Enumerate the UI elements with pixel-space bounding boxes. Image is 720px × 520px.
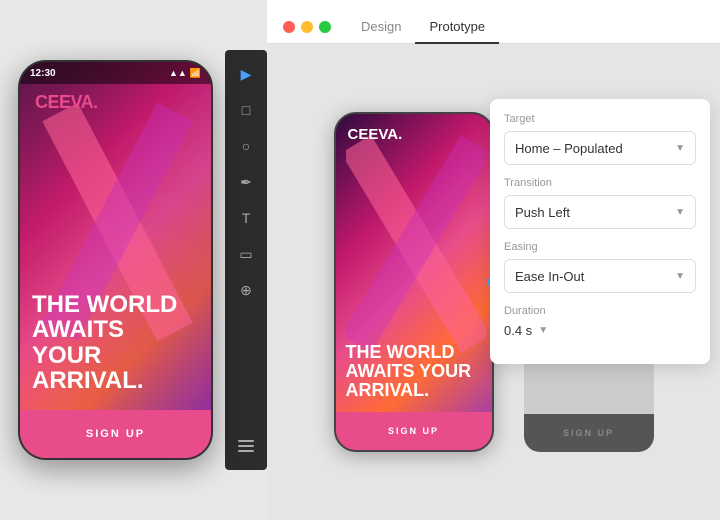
rect-tool[interactable]: ▭ (230, 238, 262, 270)
phone-time: 12:30 (30, 68, 56, 79)
toolbar: ▶ □ ○ ✒ T ▭ ⊕ (225, 50, 267, 470)
preview-screen: CEEVA. THE WORLD AWAITS YOUR ARRIVAL. SI… (336, 114, 492, 450)
easing-label: Easing (504, 241, 696, 253)
layers-icon (238, 440, 254, 452)
phone-status-bar: 12:30 ▲▲ 📶 (20, 62, 211, 84)
main-container: 12:30 ▲▲ 📶 CEEVA. THE WORLD AWAITS YOUR … (0, 0, 720, 520)
preview-phone: CEEVA. THE WORLD AWAITS YOUR ARRIVAL. SI… (334, 112, 494, 452)
phone-cta: SIGN UP (20, 410, 211, 458)
tabs-bar: Design Prototype (267, 0, 720, 44)
tab-design[interactable]: Design (347, 11, 415, 44)
signal-icon: ▲▲ (169, 68, 187, 78)
circle-tool[interactable]: ○ (230, 130, 262, 162)
easing-dropdown-arrow: ▼ (675, 271, 685, 282)
transition-dropdown[interactable]: Push Left ▼ (504, 195, 696, 229)
canvas-area: CEEVA. THE WORLD AWAITS YOUR ARRIVAL. SI… (267, 44, 720, 520)
layers-button[interactable] (230, 430, 262, 462)
zoom-tool[interactable]: ⊕ (230, 274, 262, 306)
window-controls (283, 21, 331, 43)
preview-headline: THE WORLD AWAITS YOUR ARRIVAL. (346, 343, 482, 400)
target-label: Target (504, 113, 696, 125)
easing-dropdown[interactable]: Ease In-Out ▼ (504, 259, 696, 293)
phone-status-icons: ▲▲ 📶 (169, 68, 201, 79)
tab-prototype[interactable]: Prototype (415, 11, 499, 44)
target-section: Target Home – Populated ▼ (504, 113, 696, 165)
transition-dropdown-arrow: ▼ (675, 207, 685, 218)
easing-section: Easing Ease In-Out ▼ (504, 241, 696, 293)
close-button[interactable] (283, 21, 295, 33)
easing-value: Ease In-Out (515, 269, 584, 284)
minimize-button[interactable] (301, 21, 313, 33)
cursor-tool[interactable]: ▶ (230, 58, 262, 90)
preview-x-graphic (346, 134, 486, 354)
transition-value: Push Left (515, 205, 570, 220)
phone-logo: CEEVA. (35, 92, 98, 113)
phone-device: 12:30 ▲▲ 📶 CEEVA. THE WORLD AWAITS YOUR … (18, 60, 213, 460)
phone-headline: THE WORLD AWAITS YOUR ARRIVAL. (32, 292, 199, 393)
duration-dropdown-arrow[interactable]: ▼ (538, 325, 548, 336)
design-area: Design Prototype CEEVA. THE WORLD AWAITS… (267, 0, 720, 520)
wifi-icon: 📶 (190, 68, 201, 79)
pen-tool[interactable]: ✒ (230, 166, 262, 198)
duration-section: Duration 0.4 s ▼ (504, 305, 696, 338)
text-tool[interactable]: T (230, 202, 262, 234)
target-dropdown-arrow: ▼ (675, 143, 685, 154)
transition-section: Transition Push Left ▼ (504, 177, 696, 229)
preview-logo: CEEVA. (348, 126, 403, 143)
preview-cta: SIGN UP (336, 412, 492, 450)
duration-label: Duration (504, 305, 696, 317)
prototype-panel: Target Home – Populated ▼ Transition Pus… (490, 99, 710, 364)
transition-label: Transition (504, 177, 696, 189)
target-value: Home – Populated (515, 141, 623, 156)
duration-row: 0.4 s ▼ (504, 323, 696, 338)
phone-screen: 12:30 ▲▲ 📶 CEEVA. THE WORLD AWAITS YOUR … (20, 62, 211, 458)
target-dropdown[interactable]: Home – Populated ▼ (504, 131, 696, 165)
maximize-button[interactable] (319, 21, 331, 33)
next-screen-cta: SIGN UP (524, 414, 654, 452)
duration-value: 0.4 s (504, 323, 532, 338)
frame-tool[interactable]: □ (230, 94, 262, 126)
